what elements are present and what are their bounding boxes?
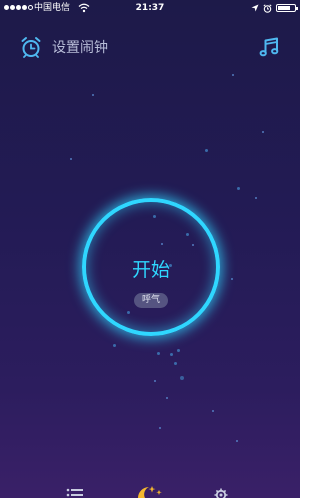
breath-phase-badge: 呼气 <box>134 293 168 308</box>
start-label: 开始 <box>131 259 170 281</box>
star <box>159 427 161 429</box>
star <box>166 397 168 399</box>
gear-icon[interactable] <box>214 488 228 498</box>
star <box>236 440 238 442</box>
star <box>157 352 160 355</box>
moon-stars-icon[interactable] <box>136 484 166 498</box>
star <box>92 94 94 96</box>
star <box>177 349 180 352</box>
star <box>205 149 208 152</box>
star <box>113 344 116 347</box>
breathing-screen: 中国电信 21:37 设置闹钟 开始 呼气 <box>0 0 300 498</box>
start-breathing-button[interactable]: 开始 呼气 <box>82 198 220 336</box>
star <box>232 74 234 76</box>
star <box>170 353 173 356</box>
star <box>231 278 233 280</box>
star <box>154 380 156 382</box>
star <box>237 187 240 190</box>
star <box>262 131 264 133</box>
star <box>70 158 72 160</box>
list-icon[interactable] <box>66 488 84 498</box>
star <box>255 197 257 199</box>
star <box>212 410 214 412</box>
tab-bar <box>0 482 300 498</box>
star <box>174 362 177 365</box>
star <box>180 376 184 380</box>
